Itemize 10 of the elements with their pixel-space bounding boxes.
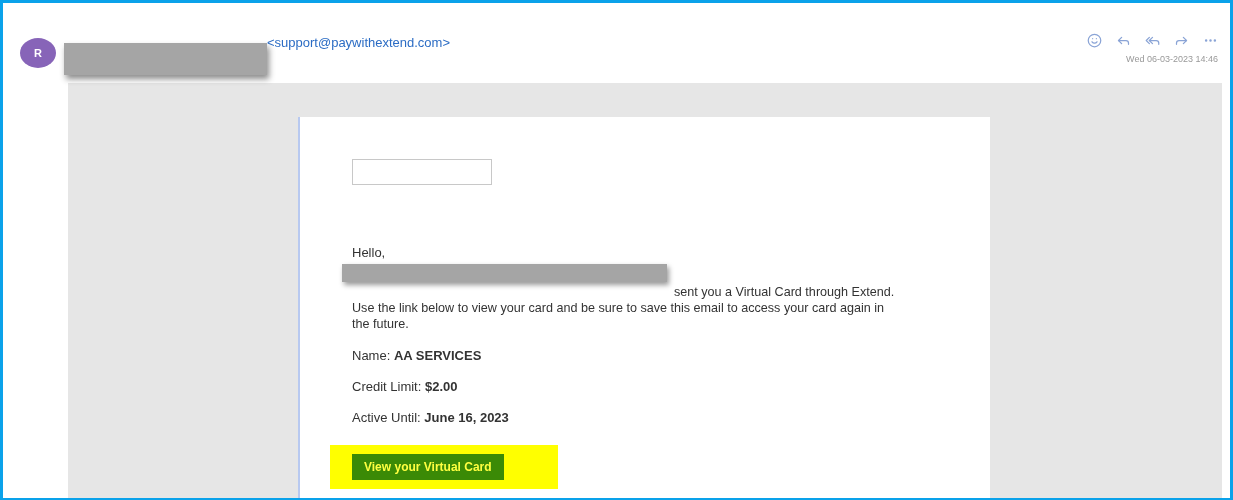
detail-text: Credit Limit: $2.00: [352, 379, 459, 394]
view-card-button[interactable]: View your Virtual Card: [352, 454, 504, 480]
date-text: Wed 06-03-2023 14:46: [1126, 54, 1218, 64]
greeting-text: Hello,: [352, 245, 387, 260]
detail-text: Active Until: June 16, 2023: [352, 410, 510, 425]
smile-icon[interactable]: [1087, 33, 1102, 48]
sender-email: <support@paywithextend.com>: [267, 35, 451, 50]
message-text: sent you a Virtual Card through Extend. Use the link below to view your card and be sure to save this email to access your card again in the future.: [352, 285, 895, 331]
detail-text: Name: AA SERVICES: [352, 348, 483, 363]
sender-avatar: R: [20, 38, 56, 68]
